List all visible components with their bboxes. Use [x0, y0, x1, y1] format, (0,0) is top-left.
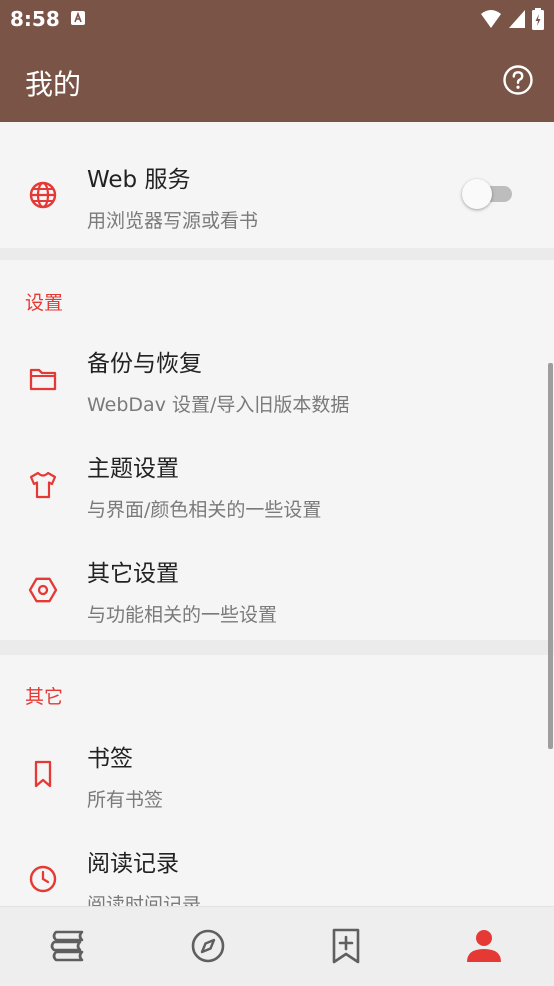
reading-history-title: 阅读记录 — [87, 851, 179, 877]
scrollbar[interactable] — [548, 363, 553, 749]
folder-icon — [29, 368, 57, 391]
page-title: 我的 — [25, 68, 82, 101]
section-divider — [0, 248, 554, 260]
content-list[interactable]: Web 服务 用浏览器写源或看书 设置 备份与恢复 WebDav 设置/导入旧版… — [0, 122, 554, 906]
person-icon[interactable] — [464, 926, 504, 966]
clock-icon — [29, 865, 57, 893]
bookmark-add-icon[interactable] — [326, 926, 366, 966]
system-icons — [480, 8, 544, 30]
reading-history-item[interactable]: 阅读记录 阅读时间记录 — [0, 822, 554, 906]
other-settings-subtitle: 与功能相关的一些设置 — [87, 604, 278, 626]
bookmark-icon — [34, 760, 52, 788]
theme-settings-title: 主题设置 — [87, 456, 179, 482]
web-service-toggle[interactable] — [462, 179, 514, 209]
other-settings-title: 其它设置 — [87, 561, 179, 587]
reading-history-subtitle: 阅读时间记录 — [87, 894, 202, 906]
status-bar: 8:58 — [0, 0, 554, 38]
web-service-subtitle: 用浏览器写源或看书 — [87, 210, 259, 232]
status-time: 8:58 — [10, 7, 60, 31]
section-divider — [0, 640, 554, 655]
theme-settings-subtitle: 与界面/颜色相关的一些设置 — [87, 499, 322, 521]
compass-icon[interactable] — [188, 926, 228, 966]
bookshelf-icon[interactable] — [48, 926, 88, 966]
backup-restore-item[interactable]: 备份与恢复 WebDav 设置/导入旧版本数据 — [0, 322, 554, 427]
notification-icon — [71, 11, 85, 25]
web-service-item[interactable]: Web 服务 用浏览器写源或看书 — [0, 122, 554, 248]
backup-restore-title: 备份与恢复 — [87, 351, 202, 377]
tshirt-icon — [29, 471, 57, 499]
other-section-header: 其它 — [25, 686, 64, 708]
globe-icon — [29, 181, 57, 209]
bookmarks-item[interactable]: 书签 所有书签 — [0, 717, 554, 822]
other-settings-item[interactable]: 其它设置 与功能相关的一些设置 — [0, 532, 554, 640]
backup-restore-subtitle: WebDav 设置/导入旧版本数据 — [87, 394, 350, 416]
web-service-title: Web 服务 — [87, 167, 191, 193]
settings-section-header: 设置 — [25, 292, 64, 314]
battery-icon — [532, 8, 544, 30]
hexagon-settings-icon — [28, 577, 58, 603]
theme-settings-item[interactable]: 主题设置 与界面/颜色相关的一些设置 — [0, 427, 554, 532]
toggle-thumb — [462, 179, 492, 209]
signal-icon — [509, 10, 525, 28]
bookmarks-title: 书签 — [87, 746, 133, 772]
bottom-navigation — [0, 906, 554, 986]
wifi-icon — [481, 10, 501, 28]
app-toolbar: 我的 — [0, 38, 554, 122]
help-icon[interactable] — [502, 64, 534, 96]
bookmarks-subtitle: 所有书签 — [87, 789, 164, 811]
